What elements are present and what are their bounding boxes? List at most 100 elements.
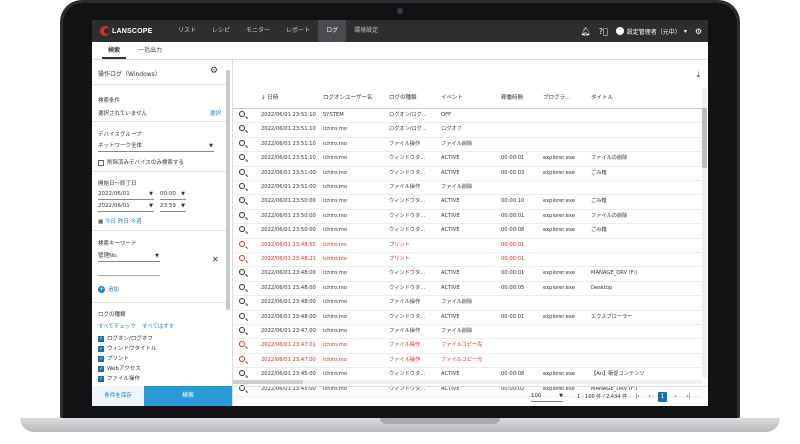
magnifier-icon[interactable] <box>239 154 245 161</box>
brand-logo[interactable]: LANSCOPE <box>100 26 153 36</box>
magnifier-icon[interactable] <box>239 298 245 305</box>
table-row[interactable]: 2022/06/01 23:51:00 ichiro.mo ウィンドウタ… ACTIV… <box>233 166 702 181</box>
table-row[interactable]: 2022/06/01 23:47:00 ichiro.mo ファイル操作 ファイル削除 <box>233 324 702 340</box>
check-all-link[interactable]: すべてチェック <box>98 322 136 330</box>
magnifier-icon[interactable] <box>239 139 245 146</box>
table-row[interactable]: 2022/06/01 23:48:55 ichiro.mo プリント 00:00:01 <box>233 238 702 253</box>
gear-icon[interactable]: ⚙ <box>210 66 218 76</box>
magnifier-icon[interactable] <box>239 211 245 218</box>
bell-icon[interactable]: 🔔︎ <box>581 27 591 36</box>
next-page-button[interactable]: › <box>671 392 680 402</box>
keyword-input[interactable] <box>98 266 160 276</box>
table-row[interactable]: 2022/06/01 23:50:00 ichiro.mo ウィンドウタ… ACTIV… <box>233 223 702 239</box>
logtype-option-print[interactable]: プリント <box>98 354 129 362</box>
deleted-only-option[interactable]: 削除済みデバイスのみ検索する <box>98 158 184 166</box>
table-row[interactable]: 2022/06/01 23:51:10 ichiro.mo ログオン/ログ… ログオフ <box>233 122 702 138</box>
nav-item-list[interactable]: リスト <box>170 20 204 42</box>
select-condition-link[interactable]: 選択 <box>210 109 221 117</box>
device-group-select[interactable]: ネットワーク全体 ▼ <box>98 142 214 152</box>
nav-item-monitor[interactable]: モニター <box>238 20 278 42</box>
column-header-event[interactable]: イベント <box>441 88 463 108</box>
prev-page-button[interactable]: ‹ <box>645 392 654 402</box>
magnifier-icon[interactable] <box>239 111 245 117</box>
close-icon[interactable]: ✕ <box>212 255 219 264</box>
add-keyword-button[interactable]: + 追加 <box>98 285 119 293</box>
nav-item-log[interactable]: ログ <box>318 20 347 42</box>
column-header-program[interactable]: プログラ… <box>543 88 571 108</box>
table-row[interactable]: 2022/06/01 23:51:10 ichiro.mo ウィンドウタ… ACTIV… <box>233 151 702 167</box>
date-from-select[interactable]: 2022/06/01 ▼ <box>98 190 154 200</box>
gear-icon[interactable]: ⚙ <box>695 27 702 36</box>
magnifier-icon[interactable] <box>239 255 245 261</box>
nav-item-report[interactable]: レポート <box>278 20 318 42</box>
magnifier-icon[interactable] <box>239 341 245 348</box>
magnifier-icon[interactable] <box>239 355 245 362</box>
scroll-thumb[interactable] <box>233 380 303 384</box>
magnifier-icon[interactable] <box>239 125 245 132</box>
table-row[interactable]: 2022/06/01 23:48:00 ichiro.mo ウィンドウタ… ACTIV… <box>233 266 702 282</box>
table-row[interactable]: 2022/06/01 23:47:01 ichiro.mo ファイル操作 ファイルコピ… <box>233 338 702 354</box>
table-row[interactable]: 2022/06/01 23:47:00 ichiro.mo ファイル操作 ファイルコピ… <box>233 353 702 369</box>
last-page-button[interactable]: ›| <box>684 392 693 402</box>
column-header-logtype[interactable]: ログの種類 <box>389 88 417 108</box>
cell-logtype: ウィンドウタ… <box>389 227 426 234</box>
table-row[interactable]: 2022/06/01 23:51:00 ichiro.mo ファイル操作 ファイル削除 <box>233 180 702 196</box>
magnifier-icon[interactable] <box>239 283 245 290</box>
user-menu[interactable]: 設定管理者（元中） ▾ <box>615 27 687 36</box>
first-page-button[interactable]: |‹ <box>633 392 642 402</box>
keyword-field-select[interactable]: 管理No. ▼ <box>98 252 160 262</box>
nav-item-settings[interactable]: 環境設定 <box>346 20 386 42</box>
logtype-checkbox[interactable] <box>98 335 104 342</box>
logtype-option-web[interactable]: Webアクセス <box>98 364 141 372</box>
table-horizontal-scrollbar[interactable] <box>233 380 702 384</box>
logtype-option-file[interactable]: ファイル操作 <box>98 374 140 382</box>
table-row[interactable]: 2022/06/01 23:50:00 ichiro.mo ウィンドウタ… ACTIV… <box>233 209 702 225</box>
table-row[interactable]: 2022/06/01 23:48:00 ichiro.mo ファイル操作 ファイル削除 <box>233 295 702 311</box>
magnifier-icon[interactable] <box>239 168 245 175</box>
quick-today-link[interactable]: 今日 <box>105 219 116 225</box>
table-row[interactable]: 2022/06/01 23:51:10 ichiro.mo ファイル操作 ファイル削除 <box>233 137 702 153</box>
time-from-select[interactable]: 00:00 ▼ <box>160 190 186 200</box>
quick-thisweek-link[interactable]: 今週 <box>130 219 141 225</box>
magnifier-icon[interactable] <box>239 197 245 204</box>
sidebar-scrollbar[interactable] <box>226 70 230 310</box>
page-button-current[interactable]: 1 <box>658 392 667 402</box>
logtype-option-logon[interactable]: ログオン/ログオフ <box>98 334 153 342</box>
nav-item-recipe[interactable]: レシピ <box>204 20 238 42</box>
logtype-checkbox[interactable] <box>98 355 104 362</box>
save-condition-button[interactable]: 条件を保存 <box>92 386 144 406</box>
date-to-select[interactable]: 2022/06/01 ▼ <box>98 202 154 212</box>
table-row[interactable]: 2022/06/01 23:51:10 SYSTEM ログオン/ログ… OFF <box>233 108 702 124</box>
deleted-only-checkbox[interactable] <box>98 159 104 166</box>
tab-bulk-export[interactable]: 一括出力 <box>132 42 168 59</box>
column-header-title[interactable]: タイトル <box>591 88 613 108</box>
column-header-datetime[interactable]: ↓ 日時 <box>261 88 278 108</box>
magnifier-icon[interactable] <box>239 327 245 333</box>
magnifier-icon[interactable] <box>239 269 245 276</box>
table-row[interactable]: 2022/06/01 23:48:00 ichiro.mo ウィンドウタ… ACTIV… <box>233 281 702 297</box>
search-button[interactable]: 検索 <box>144 386 232 406</box>
table-vertical-scrollbar[interactable] <box>702 88 707 378</box>
download-icon[interactable]: ⤓ <box>696 70 700 80</box>
magnifier-icon[interactable] <box>239 240 245 247</box>
scroll-thumb[interactable] <box>702 108 707 168</box>
time-to-select[interactable]: 23:59 ▼ <box>160 202 186 212</box>
logtype-checkbox[interactable] <box>98 375 104 382</box>
magnifier-icon[interactable] <box>239 370 245 377</box>
table-row[interactable]: 2022/06/01 23:48:21 ichiro.mo プリント 00:00:01 <box>233 252 702 268</box>
magnifier-icon[interactable] <box>239 183 245 189</box>
logtype-checkbox[interactable] <box>98 345 104 352</box>
table-row[interactable]: 2022/06/01 23:48:00 ichiro.mo ウィンドウタ… ACTIV… <box>233 310 702 325</box>
uncheck-all-link[interactable]: すべてはずす <box>142 322 174 330</box>
column-header-user[interactable]: ログオンユーザー名 <box>323 88 372 108</box>
quick-yesterday-link[interactable]: 昨日 <box>118 219 129 225</box>
help-icon[interactable]: ?⃝ <box>599 27 608 36</box>
magnifier-icon[interactable] <box>239 312 245 319</box>
column-header-duration[interactable]: 稼働時間 <box>501 88 523 108</box>
logtype-checkbox[interactable] <box>98 365 104 372</box>
table-row[interactable]: 2022/06/01 23:50:00 ichiro.mo ウィンドウタ… ACTIV… <box>233 194 702 210</box>
page-size-select[interactable]: 100 ▼ <box>531 392 563 402</box>
tab-search[interactable]: 検索 <box>102 42 127 59</box>
magnifier-icon[interactable] <box>239 226 245 233</box>
logtype-option-window[interactable]: ウィンドウタイトル <box>98 344 157 352</box>
